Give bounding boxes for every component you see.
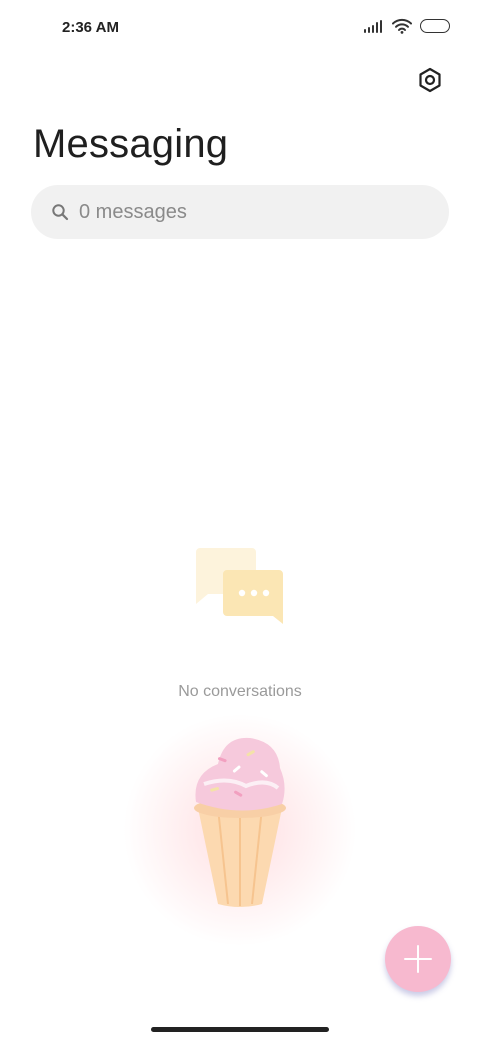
home-indicator[interactable] [151, 1027, 329, 1032]
settings-hexagon-icon [419, 67, 441, 93]
ice-cream-icon [194, 737, 286, 907]
wifi-icon [392, 18, 412, 34]
status-icons [364, 18, 450, 34]
status-bar: 2:36 AM [0, 0, 480, 56]
chat-bubbles-icon [196, 548, 283, 624]
battery-icon [420, 19, 450, 33]
page-title: Messaging [33, 122, 229, 166]
settings-button[interactable] [416, 66, 444, 94]
empty-state-message: No conversations [178, 683, 302, 700]
status-time: 2:36 AM [62, 19, 119, 36]
search-input[interactable]: 0 messages [31, 185, 449, 239]
search-icon [52, 204, 69, 221]
search-placeholder: 0 messages [79, 200, 187, 223]
signal-icon [364, 19, 384, 33]
new-conversation-button[interactable] [385, 926, 451, 992]
plus-icon [404, 945, 432, 973]
